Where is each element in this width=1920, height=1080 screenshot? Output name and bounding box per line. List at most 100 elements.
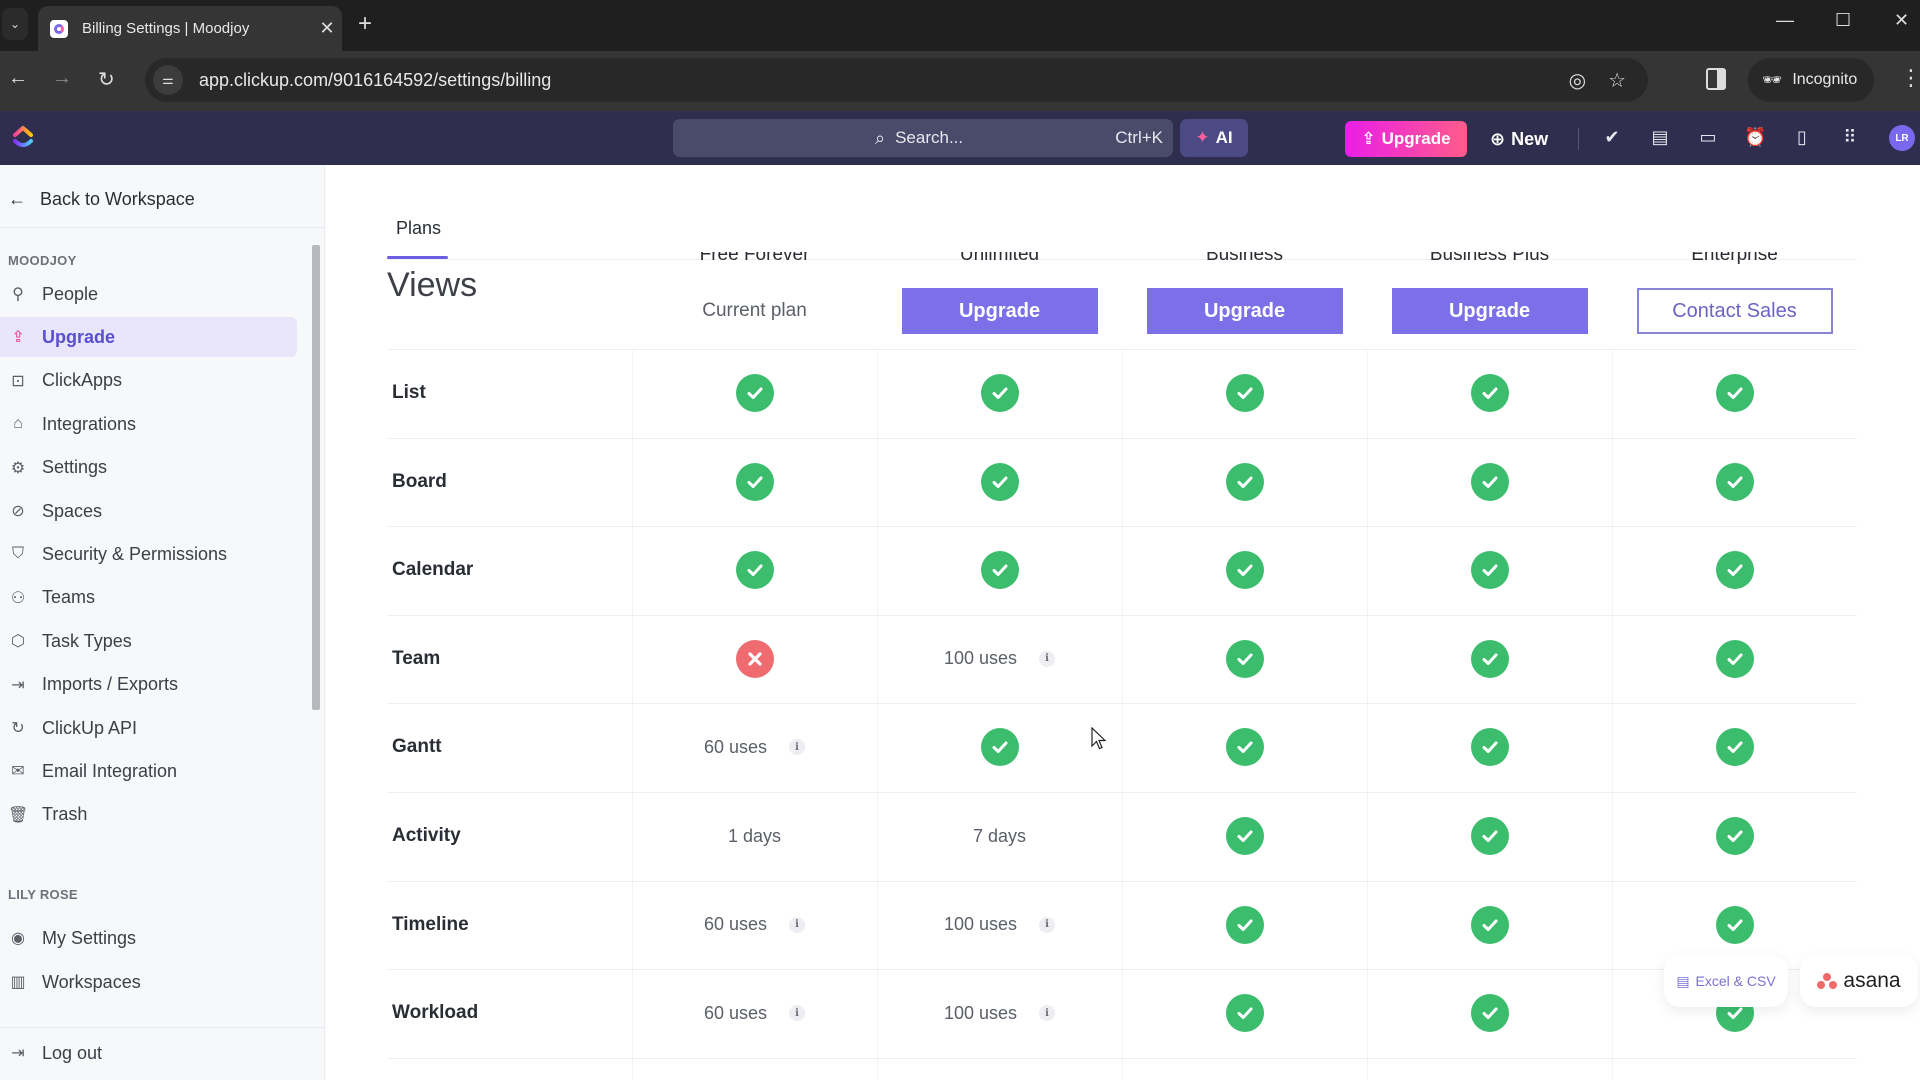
close-tab-icon[interactable]: ✕ (312, 18, 342, 39)
ai-label: AI (1215, 128, 1233, 147)
log-out-label: Log out (42, 1042, 103, 1063)
site-settings-icon[interactable]: ⚌ (153, 65, 183, 95)
upgrade-button[interactable]: Upgrade (901, 288, 1098, 334)
feature-label: Board (392, 470, 447, 492)
reload-icon[interactable]: ↻ (98, 67, 115, 92)
close-window-icon[interactable]: ✕ (1894, 10, 1909, 31)
asana-import-chip[interactable]: asana (1800, 955, 1918, 1007)
incognito-badge[interactable]: 🕶 Incognito (1748, 58, 1874, 102)
minimize-icon[interactable]: — (1776, 10, 1794, 31)
check-icon (735, 462, 774, 501)
search-bar[interactable]: ⌕ Search... Ctrl+K (673, 119, 1173, 157)
sidebar-scrollbar-thumb[interactable] (312, 245, 320, 710)
forward-arrow-icon[interactable]: → (52, 67, 72, 90)
excel-csv-import-chip[interactable]: ▤ Excel & CSV (1664, 955, 1788, 1007)
info-icon[interactable]: i (1039, 916, 1056, 933)
tab-search-button[interactable]: ⌄ (2, 8, 28, 40)
sidebar-footer-divider (0, 1027, 325, 1028)
clickapps-icon: ⊡ (11, 372, 25, 390)
sidebar-item-my-settings[interactable]: ◉ My Settings (0, 918, 297, 958)
upgrade-button[interactable]: Upgrade (1146, 288, 1343, 334)
sidebar-scrollbar[interactable] (310, 233, 322, 1028)
header-upgrade-button[interactable]: ⇪ Upgrade (1345, 121, 1467, 157)
plan-cell: 100 uses i (877, 615, 1122, 703)
check-icon (980, 551, 1019, 590)
sidebar-item-label: Upgrade (42, 326, 116, 347)
browser-menu-icon[interactable]: ⋮ (1900, 65, 1920, 91)
maximize-icon[interactable]: ☐ (1835, 10, 1851, 31)
plan-cell: 1 days (632, 792, 877, 880)
excel-csv-label: Excel & CSV (1695, 973, 1776, 989)
log-out-button[interactable]: ⇥ Log out (0, 1033, 297, 1073)
sidebar-item-clickup-api[interactable]: ↻ ClickUp API (0, 708, 297, 748)
feature-label: Workload (392, 1002, 479, 1024)
plan-column-header: Business Plus Upgrade (1367, 252, 1612, 334)
plan-column-header: Free Forever Current plan (632, 252, 877, 334)
video-icon[interactable]: ▭ (1697, 127, 1719, 148)
check-icon (1470, 639, 1509, 678)
back-to-workspace-link[interactable]: ← Back to Workspace (8, 189, 195, 210)
plan-cell (1122, 526, 1367, 614)
header-divider (1578, 128, 1579, 150)
sidebar-item-email-integration[interactable]: ✉ Email Integration (0, 751, 297, 791)
tab-plans[interactable]: Plans (396, 218, 441, 239)
side-panel-icon[interactable] (1706, 68, 1726, 90)
star-icon[interactable]: ☆ (1608, 68, 1626, 93)
sidebar-item-label: Trash (42, 804, 88, 825)
check-icon (1470, 905, 1509, 944)
clickup-logo-icon[interactable] (12, 125, 34, 149)
info-icon[interactable]: i (789, 1005, 806, 1022)
plan-cell (1367, 615, 1612, 703)
check-icon (1470, 728, 1509, 767)
new-button[interactable]: ⊕ New (1490, 121, 1548, 157)
api-icon: ↻ (11, 720, 25, 737)
sidebar-item-spaces[interactable]: ⊘ Spaces (0, 491, 297, 531)
sidebar-item-integrations[interactable]: ⌂ Integrations (0, 404, 297, 444)
back-arrow-icon[interactable]: ← (8, 67, 28, 90)
upgrade-icon: ⇪ (1361, 129, 1376, 148)
sidebar-item-label: Task Types (42, 630, 132, 651)
notepad-icon[interactable]: ▤ (1649, 127, 1671, 148)
url-text[interactable]: app.clickup.com/9016164592/settings/bill… (199, 70, 1569, 91)
sidebar-item-task-types[interactable]: ⬡ Task Types (0, 621, 297, 661)
plan-cell (1122, 349, 1367, 437)
check-icon (1715, 905, 1754, 944)
sidebar-item-security-permissions[interactable]: ⛉ Security & Permissions (0, 534, 297, 574)
sidebar-item-teams[interactable]: ⚇ Teams (0, 578, 297, 618)
alarm-clock-icon[interactable]: ⏰ (1744, 127, 1766, 148)
sidebar-item-people[interactable]: ⚲ People (0, 274, 297, 314)
asana-logo-icon (1817, 973, 1838, 989)
plan-cell: 60 uses i (632, 969, 877, 1057)
apps-grid-icon[interactable]: ⠿ (1839, 127, 1861, 148)
check-circle-icon[interactable]: ✔ (1601, 127, 1623, 148)
info-icon[interactable]: i (1039, 650, 1056, 667)
eye-off-icon[interactable]: ◎ (1569, 68, 1586, 93)
info-icon[interactable]: i (789, 916, 806, 933)
contact-sales-button[interactable]: Contact Sales (1636, 288, 1833, 334)
sidebar-item-workspaces[interactable]: ▥ Workspaces (0, 962, 297, 1002)
plan-cell: 100 uses i (877, 881, 1122, 969)
clickup-favicon-icon (50, 19, 68, 38)
info-icon[interactable]: i (789, 739, 806, 756)
browser-tab[interactable]: Billing Settings | Moodjoy ✕ (38, 6, 342, 51)
sidebar-item-clickapps[interactable]: ⊡ ClickApps (0, 361, 297, 401)
plan-cell (877, 703, 1122, 791)
new-tab-button[interactable]: + (358, 10, 372, 38)
address-bar[interactable]: ⚌ app.clickup.com/9016164592/settings/bi… (145, 58, 1648, 102)
info-icon[interactable]: i (1039, 1005, 1056, 1022)
sidebar-item-upgrade[interactable]: ⇪ Upgrade (0, 317, 297, 358)
ai-button[interactable]: ✦ AI (1180, 119, 1248, 157)
upgrade-button[interactable]: Upgrade (1391, 288, 1588, 334)
sidebar-item-imports-exports[interactable]: ⇥ Imports / Exports (0, 665, 297, 705)
avatar[interactable]: LR (1889, 125, 1915, 151)
sidebar-item-label: Integrations (42, 413, 137, 434)
plan-cell (1367, 438, 1612, 526)
plan-cell (877, 438, 1122, 526)
sidebar-item-label: My Settings (42, 927, 137, 948)
document-icon[interactable]: ▯ (1791, 127, 1813, 148)
check-icon (980, 462, 1019, 501)
plan-cell (632, 349, 877, 437)
sidebar-item-settings[interactable]: ⚙ Settings (0, 448, 297, 488)
sidebar-item-trash[interactable]: 🗑 Trash (0, 795, 297, 835)
plan-cell: 60 uses i (632, 703, 877, 791)
